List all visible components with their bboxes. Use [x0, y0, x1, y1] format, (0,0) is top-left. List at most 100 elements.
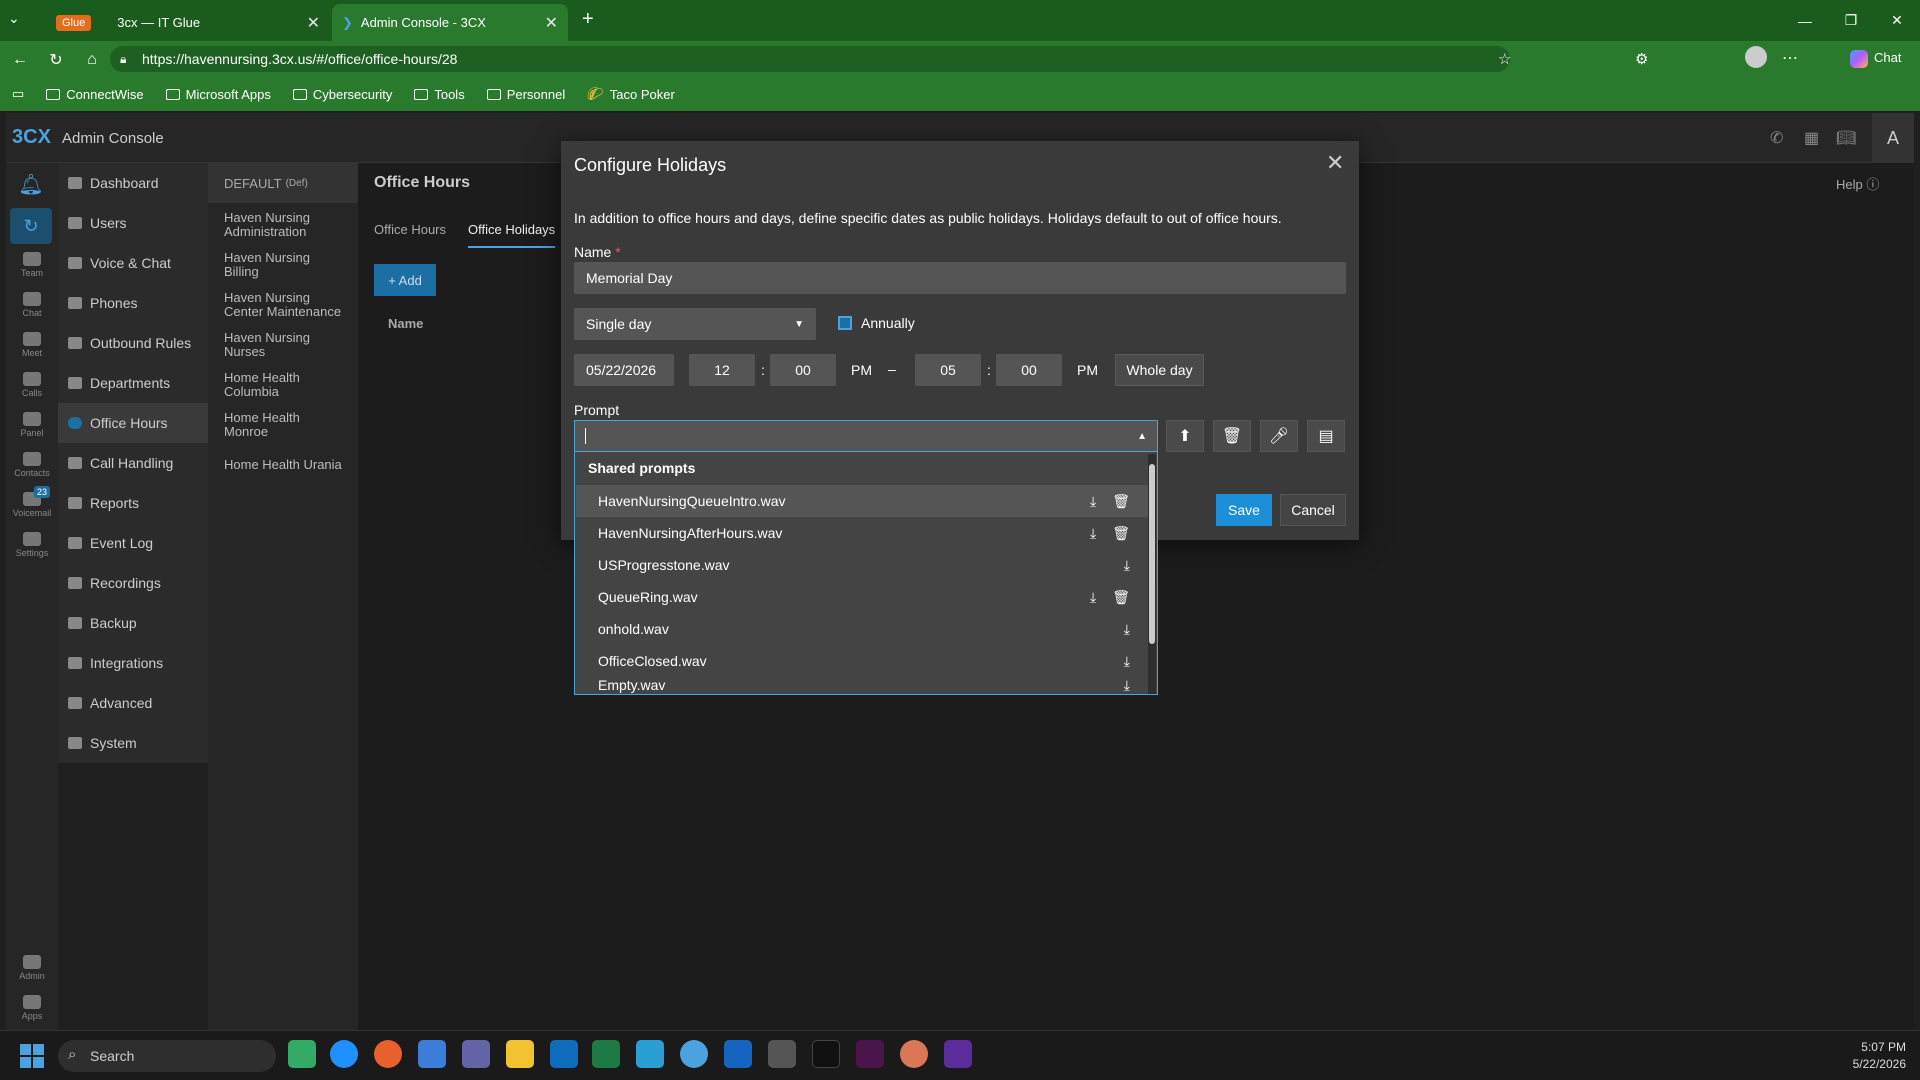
notepad-icon[interactable] [418, 1040, 446, 1068]
grid-icon[interactable]: ▦ [1804, 128, 1819, 148]
app-icon[interactable] [724, 1040, 752, 1068]
start-ampm-toggle[interactable]: PM [851, 362, 872, 378]
teams-icon[interactable] [462, 1040, 490, 1068]
slack-icon[interactable] [856, 1040, 884, 1068]
notifications-bell-icon[interactable]: 🔔︎ [16, 172, 46, 202]
org-item[interactable]: Haven Nursing Center Maintenance [208, 285, 358, 325]
nav-office-hours[interactable]: Office Hours [58, 403, 208, 443]
trash-icon[interactable]: 🗑︎ [1112, 589, 1130, 606]
new-tab-icon[interactable]: + [582, 8, 594, 31]
rail-voicemail[interactable]: Voicemail [6, 492, 58, 518]
user-avatar[interactable]: A [1872, 113, 1914, 163]
tab-office-hours[interactable]: Office Hours [374, 222, 446, 237]
name-input[interactable]: Memorial Day [574, 262, 1346, 294]
org-item[interactable]: Home Health Columbia [208, 365, 358, 405]
microphone-icon[interactable]: 🎤︎ [1260, 420, 1298, 452]
rail-admin[interactable]: Admin [6, 955, 58, 981]
nav-recordings[interactable]: Recordings [58, 563, 208, 603]
browser-tab-admin-console[interactable]: ❯ Admin Console - 3CX ✕ [332, 4, 568, 41]
org-item[interactable]: Home Health Urania [208, 445, 358, 485]
outlook-icon[interactable] [550, 1040, 578, 1068]
nav-call-handling[interactable]: Call Handling [58, 443, 208, 483]
bookmark-taco-poker[interactable]: 🌮︎ Taco Poker [587, 86, 675, 102]
rail-contacts[interactable]: Contacts [6, 452, 58, 478]
powershell-icon[interactable] [636, 1040, 664, 1068]
copilot-chat-button[interactable]: Chat [1850, 50, 1901, 68]
rail-calls[interactable]: Calls [6, 372, 58, 398]
upload-icon[interactable]: ⬆ [1166, 420, 1204, 452]
org-item[interactable]: Haven Nursing Administration [208, 205, 358, 245]
download-icon[interactable]: ⤓ [1124, 557, 1130, 574]
collections-icon[interactable]: ▭ [12, 86, 24, 102]
nav-outbound-rules[interactable]: Outbound Rules [58, 323, 208, 363]
download-icon[interactable]: ⤓ [1124, 621, 1130, 638]
rail-chat[interactable]: Chat [6, 292, 58, 318]
taskbar-search-input[interactable]: Search [58, 1040, 276, 1072]
prompt-option[interactable]: Empty.wav ⤓ [576, 677, 1148, 694]
trash-icon[interactable]: 🗑︎ [1112, 493, 1130, 510]
annually-checkbox[interactable] [838, 316, 852, 330]
lock-icon[interactable]: 🔒︎ [120, 52, 126, 67]
prompt-option[interactable]: onhold.wav ⤓ [576, 613, 1148, 645]
prompt-option[interactable]: USProgresstone.wav ⤓ [576, 549, 1148, 581]
home-icon[interactable]: ⌂ [78, 48, 106, 72]
holiday-type-select[interactable]: Single day ▼ [574, 308, 816, 340]
nav-dashboard[interactable]: Dashboard [58, 163, 208, 203]
download-icon[interactable]: ⤓ [1090, 589, 1096, 606]
nav-phones[interactable]: Phones [58, 283, 208, 323]
scrollbar-thumb[interactable] [1149, 464, 1155, 644]
rail-meet[interactable]: Meet [6, 332, 58, 358]
close-icon[interactable]: ✕ [545, 13, 558, 33]
bookmark-connectwise[interactable]: ConnectWise [46, 87, 144, 102]
nav-users[interactable]: Users [58, 203, 208, 243]
rail-panel[interactable]: Panel [6, 412, 58, 438]
restore-icon[interactable]: ❐ [1828, 0, 1874, 41]
nav-event-log[interactable]: Event Log [58, 523, 208, 563]
trash-icon[interactable]: 🗑︎ [1213, 420, 1251, 452]
bookmark-cybersecurity[interactable]: Cybersecurity [292, 87, 392, 102]
back-icon[interactable]: ← [6, 48, 34, 72]
bookmark-tools[interactable]: Tools [414, 87, 465, 102]
nav-backup[interactable]: Backup [58, 603, 208, 643]
org-item[interactable]: Haven Nursing Billing [208, 245, 358, 285]
trash-icon[interactable]: 🗑︎ [1112, 525, 1130, 542]
firefox-icon[interactable] [374, 1040, 402, 1068]
help-link[interactable]: Help ⓘ [1836, 174, 1879, 193]
start-minute-input[interactable]: 00 [770, 354, 836, 386]
download-icon[interactable]: ⤓ [1124, 677, 1130, 694]
minimize-icon[interactable]: — [1782, 0, 1828, 41]
nav-integrations[interactable]: Integrations [58, 643, 208, 683]
rail-team[interactable]: Team [6, 252, 58, 278]
favorites-star-icon[interactable]: ☆ [1498, 50, 1511, 68]
edge-icon[interactable] [330, 1040, 358, 1068]
whole-day-button[interactable]: Whole day [1115, 354, 1204, 386]
excel-icon[interactable] [592, 1040, 620, 1068]
window-close-icon[interactable]: ✕ [1874, 0, 1920, 41]
nav-reports[interactable]: Reports [58, 483, 208, 523]
news-widget-icon[interactable] [288, 1040, 316, 1068]
refresh-rail-icon[interactable]: ↻ [10, 208, 52, 244]
end-hour-input[interactable]: 05 [915, 354, 981, 386]
claude-icon[interactable] [900, 1040, 928, 1068]
close-icon[interactable]: ✕ [1326, 150, 1344, 176]
profile-avatar[interactable] [1745, 46, 1767, 68]
windows-start-icon[interactable] [20, 1044, 44, 1068]
add-button[interactable]: + Add [374, 264, 436, 296]
app-icon[interactable] [944, 1040, 972, 1068]
file-explorer-icon[interactable] [506, 1040, 534, 1068]
more-options-icon[interactable]: ⋯ [1782, 48, 1798, 68]
download-icon[interactable]: ⤓ [1090, 493, 1096, 510]
download-icon[interactable]: ⤓ [1090, 525, 1096, 542]
bookmark-personnel[interactable]: Personnel [486, 87, 565, 102]
org-item[interactable]: Haven Nursing Nurses [208, 325, 358, 365]
prompt-option[interactable]: HavenNursingAfterHours.wav ⤓ 🗑︎ [576, 517, 1148, 549]
url-input[interactable]: https://havennursing.3cx.us/#/office/off… [110, 46, 1510, 72]
library-icon[interactable]: ▤ [1307, 420, 1345, 452]
nav-voice-chat[interactable]: Voice & Chat [58, 243, 208, 283]
tab-office-holidays[interactable]: Office Holidays [468, 222, 556, 248]
cancel-button[interactable]: Cancel [1280, 494, 1346, 526]
start-hour-input[interactable]: 12 [689, 354, 755, 386]
nav-departments[interactable]: Departments [58, 363, 208, 403]
org-item[interactable]: Home Health Monroe [208, 405, 358, 445]
end-ampm-toggle[interactable]: PM [1077, 362, 1098, 378]
